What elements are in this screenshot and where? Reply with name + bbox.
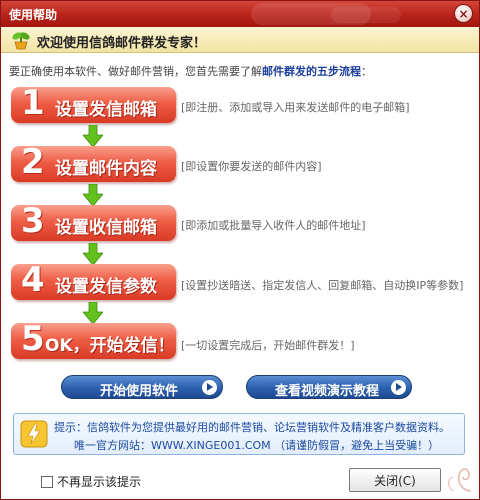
intro-suffix: ： bbox=[361, 65, 372, 78]
step-4-description: [设置抄送暗送、指定发信人、回复邮箱、自动换IP等参数] bbox=[181, 279, 464, 292]
window-title: 使用帮助 bbox=[9, 8, 58, 22]
help-dialog: 使用帮助 × 欢迎使用信鸽邮件群发专家！ 要正确使用本软件、做好邮件营销，您首先… bbox=[0, 0, 480, 500]
intro-highlight: 邮件群发的五步流程 bbox=[262, 65, 361, 78]
step-number: 1 bbox=[21, 83, 45, 123]
step-number: 3 bbox=[21, 201, 45, 241]
step-number: 4 bbox=[21, 260, 45, 300]
tip-box: 提示：信鸽软件为您提供最好用的邮件营销、论坛营销软件及精准客户数据资料。 唯一官… bbox=[13, 413, 465, 455]
arrow-down-icon bbox=[83, 302, 103, 324]
step-5-description: [一切设置完成后，开始邮件群发！] bbox=[181, 339, 355, 352]
step-2-banner: 2 设置邮件内容 bbox=[11, 142, 176, 182]
step-1-banner: 1 设置发信邮箱 bbox=[11, 83, 176, 123]
arrow-down-icon bbox=[83, 125, 103, 147]
step-4-banner: 4 设置发信参数 bbox=[11, 260, 176, 300]
dont-show-again-option[interactable]: 不再显示该提示 bbox=[41, 473, 141, 490]
tip-line-1: 提示：信鸽软件为您提供最好用的邮件营销、论坛营销软件及精准客户数据资料。 bbox=[54, 421, 450, 434]
watch-video-button[interactable]: 查看视频演示教程 bbox=[246, 375, 412, 399]
step-1-description: [即注册、添加或导入用来发送邮件的电子邮箱] bbox=[181, 101, 410, 114]
welcome-bar: 欢迎使用信鸽邮件群发专家！ bbox=[1, 27, 479, 53]
play-icon bbox=[202, 380, 217, 395]
start-software-label: 开始使用软件 bbox=[100, 384, 179, 399]
intro-prefix: 要正确使用本软件、做好邮件营销，您首先需要了解 bbox=[9, 65, 262, 78]
play-icon bbox=[391, 380, 406, 395]
close-icon[interactable]: × bbox=[454, 4, 473, 23]
arrow-down-icon bbox=[83, 243, 103, 265]
step-label: OK，开始发信！ bbox=[45, 336, 175, 356]
dont-show-label: 不再显示该提示 bbox=[57, 475, 142, 489]
start-software-button[interactable]: 开始使用软件 bbox=[61, 375, 223, 399]
ornament-icon bbox=[447, 468, 472, 492]
step-label: 设置发信邮箱 bbox=[55, 100, 157, 120]
lightning-icon bbox=[20, 420, 48, 448]
title-bar: 使用帮助 × bbox=[1, 1, 479, 27]
welcome-title: 欢迎使用信鸽邮件群发专家！ bbox=[37, 36, 207, 51]
plant-icon bbox=[12, 32, 30, 50]
step-label: 设置发信参数 bbox=[55, 277, 157, 297]
step-label: 设置邮件内容 bbox=[55, 159, 157, 179]
intro-text: 要正确使用本软件、做好邮件营销，您首先需要了解邮件群发的五步流程： bbox=[9, 63, 372, 79]
step-label: 设置收信邮箱 bbox=[55, 218, 157, 238]
step-3-description: [即添加或批量导入收件人的邮件地址] bbox=[181, 219, 366, 232]
arrow-down-icon bbox=[83, 184, 103, 206]
step-2-description: [即设置你要发送的邮件内容] bbox=[181, 160, 322, 173]
step-number: 2 bbox=[21, 142, 45, 182]
watch-video-label: 查看视频演示教程 bbox=[275, 384, 380, 399]
step-3-banner: 3 设置收信邮箱 bbox=[11, 201, 176, 241]
dont-show-checkbox[interactable] bbox=[41, 475, 53, 488]
cloud-decoration bbox=[331, 7, 401, 23]
tip-line-2: 唯一官方网站：WWW.XINGE001.COM （请谨防假冒，避免上当受骗！） bbox=[74, 439, 440, 452]
step-5-banner: 5 OK，开始发信！ bbox=[11, 319, 176, 359]
step-number: 5 bbox=[21, 319, 45, 359]
